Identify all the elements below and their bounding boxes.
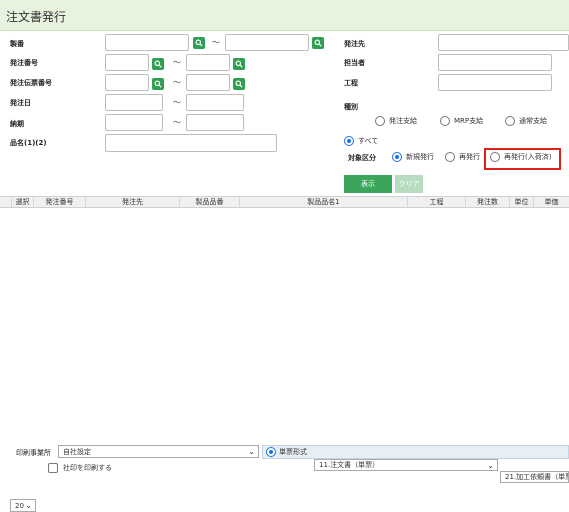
table-column-header[interactable]: 発注数 — [466, 197, 510, 208]
form-select-secondary[interactable]: 21.加工依頼書（単票 — [500, 471, 569, 483]
target-option-reissue-received[interactable]: 再発行(入荷済) — [490, 152, 551, 162]
order-no-label: 発注番号 — [10, 59, 38, 67]
radio-selected-icon[interactable] — [392, 152, 402, 162]
radio-icon[interactable] — [375, 116, 385, 126]
seiban-to-input[interactable] — [225, 34, 309, 51]
due-date-from-input[interactable] — [105, 114, 163, 131]
table-column-header[interactable]: 発注番号 — [34, 197, 86, 208]
target-option-label: 再発行 — [459, 153, 480, 161]
search-icon — [154, 80, 162, 88]
search-icon — [195, 39, 203, 47]
page-title: 注文書発行 — [6, 10, 67, 24]
order-slip-from-search-button[interactable] — [152, 78, 164, 90]
type-option-label: 発注支給 — [389, 117, 417, 125]
order-no-from-input[interactable] — [105, 54, 149, 71]
order-date-to-input[interactable] — [186, 94, 244, 111]
table-column-header[interactable]: 選択 — [12, 197, 34, 208]
table-column-header[interactable]: 単価 — [534, 197, 569, 208]
show-button[interactable]: 表示 — [344, 175, 392, 193]
radio-icon[interactable] — [445, 152, 455, 162]
row-number-header — [0, 197, 12, 208]
form-type-option[interactable]: 単票形式 — [266, 447, 307, 457]
target-option-label: 新規発行 — [406, 153, 434, 161]
type-option-label: MRP支給 — [454, 117, 484, 125]
due-date-label: 納期 — [10, 120, 24, 128]
search-icon — [235, 60, 243, 68]
form-type-bar — [262, 445, 569, 459]
table-column-header[interactable]: 工程 — [408, 197, 466, 208]
order-slip-to-input[interactable] — [186, 74, 230, 91]
seiban-from-search-button[interactable] — [193, 37, 205, 49]
person-input[interactable] — [438, 54, 552, 71]
seiban-to-search-button[interactable] — [312, 37, 324, 49]
print-office-value: 自社設定 — [63, 447, 91, 456]
target-option-reissue[interactable]: 再発行 — [445, 152, 480, 162]
order-no-to-search-button[interactable] — [233, 58, 245, 70]
order-date-from-input[interactable] — [105, 94, 163, 111]
process-input[interactable] — [438, 74, 552, 91]
type-label: 種別 — [344, 103, 358, 111]
all-option[interactable]: すべて — [344, 136, 378, 146]
form-select-secondary-value: 21.加工依頼書（単票 — [505, 473, 569, 481]
radio-selected-icon[interactable] — [266, 447, 276, 457]
search-icon — [154, 60, 162, 68]
stamp-checkbox[interactable] — [48, 463, 58, 473]
order-no-to-input[interactable] — [186, 54, 230, 71]
page-size-value: 20 — [15, 501, 24, 510]
order-slip-to-search-button[interactable] — [233, 78, 245, 90]
form-type-label: 単票形式 — [279, 448, 307, 456]
item-name-label: 品名(1)(2) — [10, 139, 47, 147]
results-table-body — [0, 208, 569, 434]
person-label: 担当者 — [344, 59, 365, 67]
print-office-select[interactable]: 自社設定 ⌄ — [58, 445, 259, 458]
page-size-select[interactable]: 20 ⌄ — [10, 499, 36, 512]
radio-selected-icon[interactable] — [344, 136, 354, 146]
target-option-label: 再発行(入荷済) — [504, 153, 552, 161]
form-select-primary-value: 11.注文書（単票） — [319, 461, 380, 469]
range-separator: 〜 — [212, 38, 220, 47]
search-icon — [235, 80, 243, 88]
supplier-label: 発注先 — [344, 40, 365, 48]
type-option-mrp-supply[interactable]: MRP支給 — [440, 116, 483, 126]
type-option-label: 通常支給 — [519, 117, 547, 125]
table-column-header[interactable]: 製品品番 — [180, 197, 240, 208]
clear-button[interactable]: クリア — [395, 175, 423, 193]
type-option-normal-supply[interactable]: 通常支給 — [505, 116, 547, 126]
range-separator: 〜 — [173, 58, 181, 67]
order-slip-label: 発注伝票番号 — [10, 79, 52, 87]
table-column-header[interactable]: 製品品名1 — [240, 197, 408, 208]
process-label: 工程 — [344, 79, 358, 87]
results-table-header: 選択 発注番号 発注先 製品品番 製品品名1 工程 発注数 単位 単価 — [0, 196, 569, 208]
type-option-order-supply[interactable]: 発注支給 — [375, 116, 417, 126]
chevron-down-icon: ⌄ — [248, 447, 255, 456]
radio-icon[interactable] — [490, 152, 500, 162]
stamp-option[interactable]: 社印を印刷する — [48, 463, 112, 473]
chevron-down-icon: ⌄ — [25, 501, 32, 510]
search-icon — [314, 39, 322, 47]
table-column-header[interactable]: 発注先 — [86, 197, 180, 208]
seiban-from-input[interactable] — [105, 34, 189, 51]
order-no-from-search-button[interactable] — [152, 58, 164, 70]
form-select-primary[interactable]: 11.注文書（単票） ⌄ — [314, 459, 498, 471]
all-option-label: すべて — [358, 137, 379, 145]
item-name-input[interactable] — [105, 134, 277, 152]
table-column-header[interactable]: 単位 — [510, 197, 534, 208]
stamp-label: 社印を印刷する — [63, 464, 112, 472]
order-date-label: 発注日 — [10, 99, 31, 107]
target-option-new[interactable]: 新規発行 — [392, 152, 434, 162]
seiban-label: 製番 — [10, 40, 24, 48]
range-separator: 〜 — [173, 98, 181, 107]
page-header: 注文書発行 — [0, 0, 569, 31]
due-date-to-input[interactable] — [186, 114, 244, 131]
order-slip-from-input[interactable] — [105, 74, 149, 91]
chevron-down-icon: ⌄ — [487, 461, 494, 470]
target-label: 対象区分 — [348, 154, 376, 162]
range-separator: 〜 — [173, 118, 181, 127]
range-separator: 〜 — [173, 78, 181, 87]
supplier-input[interactable] — [438, 34, 569, 51]
radio-icon[interactable] — [440, 116, 450, 126]
print-office-label: 印刷事業所 — [16, 449, 51, 457]
radio-icon[interactable] — [505, 116, 515, 126]
